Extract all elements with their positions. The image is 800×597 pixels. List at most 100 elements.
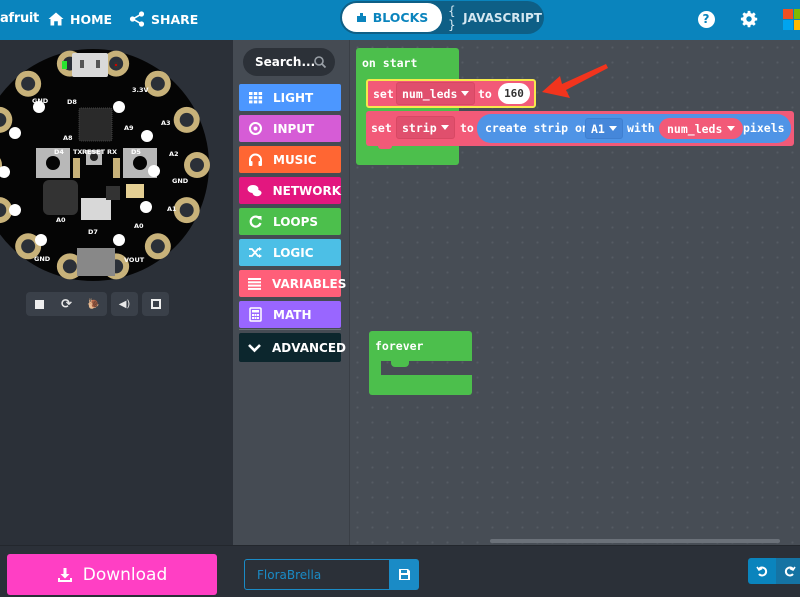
category-logic[interactable]: LOGIC [239, 239, 341, 266]
refresh-icon: ⟳ [61, 296, 72, 312]
svg-text:3.3V: 3.3V [132, 86, 149, 94]
javascript-tab[interactable]: { } JAVASCRIPT [448, 3, 542, 32]
category-input[interactable]: INPUT [239, 115, 341, 142]
sim-fullscreen-group [142, 292, 169, 316]
category-label: MUSIC [273, 152, 317, 167]
category-label: LOOPS [273, 214, 319, 229]
bottom-bar: Download FloraBrella [0, 545, 800, 597]
category-label: LOGIC [273, 245, 314, 260]
brand-logo[interactable]: afruit [0, 11, 39, 26]
forever-block[interactable]: forever [369, 331, 472, 396]
loop-arrow-icon [247, 214, 263, 230]
javascript-label: JAVASCRIPT [463, 10, 542, 25]
settings-button[interactable] [739, 9, 759, 29]
logo-red-square [783, 9, 793, 19]
project-name-input[interactable]: FloraBrella [244, 559, 390, 590]
snail-icon: 🐌 [87, 298, 100, 310]
sim-audio-group: ◀) [111, 292, 138, 316]
category-loops[interactable]: LOOPS [239, 208, 341, 235]
variable-dropdown-num-leds[interactable]: num_leds [396, 82, 476, 105]
category-advanced[interactable]: ADVANCED [239, 333, 346, 362]
slow-motion-button[interactable]: 🐌 [80, 292, 107, 316]
block-connector-tab [378, 143, 392, 149]
caret-down-icon [461, 91, 470, 96]
download-button[interactable]: Download [7, 554, 217, 595]
pin-value: A1 [591, 121, 605, 136]
save-button[interactable] [389, 559, 419, 590]
editor-toggle: BLOCKS { } JAVASCRIPT [340, 1, 544, 34]
board-pad-hole [179, 203, 194, 218]
to-keyword: to [478, 87, 492, 101]
share-label: SHARE [151, 11, 199, 27]
board-pad-hole [21, 76, 36, 91]
fullscreen-button[interactable] [142, 292, 169, 316]
forever-title: forever [375, 339, 424, 353]
restart-button[interactable]: ⟳ [53, 292, 80, 316]
create-strip-label: create strip on [485, 121, 589, 135]
share-button[interactable]: SHARE [129, 11, 198, 27]
category-network[interactable]: NETWORK [239, 177, 341, 204]
pin-dropdown[interactable]: A1 [585, 118, 623, 139]
toolbox-search-input[interactable]: Search... [243, 48, 335, 76]
svg-text:GND: GND [34, 255, 51, 263]
puzzle-icon [356, 13, 366, 22]
svg-text:A8: A8 [63, 134, 73, 142]
svg-text:A9: A9 [124, 124, 134, 132]
caret-down-icon [440, 125, 449, 130]
chat-bubbles-icon [247, 183, 263, 199]
toolbox: Search... LIGHT INPUT MUSIC NETWORK LOOP… [233, 40, 350, 545]
board-pad-hole [190, 158, 204, 172]
microsoft-logo[interactable] [783, 9, 800, 31]
num-leds-value-field[interactable]: 160 [498, 83, 530, 104]
mute-button[interactable]: ◀) [111, 292, 138, 316]
variable-name: num_leds [402, 86, 458, 101]
download-icon [57, 567, 72, 582]
svg-text:A3: A3 [161, 119, 171, 127]
calculator-icon [247, 307, 263, 323]
question-circle-icon: ? [697, 10, 715, 28]
logo-yellow-square [794, 20, 800, 30]
category-label: ADVANCED [272, 340, 347, 355]
board-pad-hole [62, 259, 77, 274]
category-light[interactable]: LIGHT [239, 84, 341, 111]
redo-button[interactable] [776, 558, 800, 584]
headphones-icon [247, 152, 263, 168]
circuit-playground-board[interactable]: GND D83.3V D4 TX RESET RX D5 A9A8 A0D7VOUTGND… [0, 48, 210, 282]
search-icon [314, 56, 327, 69]
svg-text:D5: D5 [131, 148, 141, 156]
caret-down-icon [727, 126, 736, 131]
gear-icon [740, 10, 758, 28]
svg-text:RESET: RESET [82, 148, 106, 156]
expand-icon [150, 299, 161, 309]
shuffle-icon [247, 245, 263, 261]
forever-block-bottom [369, 375, 472, 395]
variable-name: num_leds [667, 121, 723, 136]
sim-primary-controls: ⟳ 🐌 [26, 292, 107, 316]
home-button[interactable]: HOME [48, 11, 112, 27]
workspace-horizontal-scrollbar[interactable] [490, 539, 780, 543]
blocks-tab[interactable]: BLOCKS [342, 3, 442, 32]
with-keyword: with [627, 121, 655, 135]
home-label: HOME [70, 11, 113, 27]
undo-button[interactable] [748, 558, 776, 584]
toolbox-separator [239, 329, 341, 330]
forever-block-notch [391, 361, 409, 367]
caret-down-icon [608, 126, 617, 131]
svg-text:A0: A0 [56, 216, 66, 224]
home-icon [48, 12, 64, 26]
share-icon [129, 11, 145, 27]
variable-dropdown-strip[interactable]: strip [396, 116, 455, 139]
svg-text:D4: D4 [54, 148, 64, 156]
category-music[interactable]: MUSIC [239, 146, 341, 173]
category-label: VARIABLES [272, 276, 347, 291]
category-variables[interactable]: VARIABLES [239, 270, 346, 297]
stop-button[interactable] [26, 292, 53, 316]
category-math[interactable]: MATH [239, 301, 341, 328]
simulator-panel: GND D8 3.3V D4 TX RESET RX D5 A9 A8 A0 D7 VOUT GND… [0, 40, 233, 545]
num-leds-variable-pill[interactable]: num_leds [659, 118, 744, 139]
blocks-workspace[interactable]: on start set num_leds to 160 set strip t… [350, 40, 800, 545]
top-bar: afruit HOME SHARE BLOCKS { } JAVASCRIPT … [0, 0, 800, 40]
create-strip-block[interactable]: create strip on A1 with num_leds pixels [477, 114, 791, 143]
help-button[interactable]: ? [696, 9, 716, 29]
set-num-leds-block[interactable]: set num_leds to 160 [366, 79, 536, 108]
